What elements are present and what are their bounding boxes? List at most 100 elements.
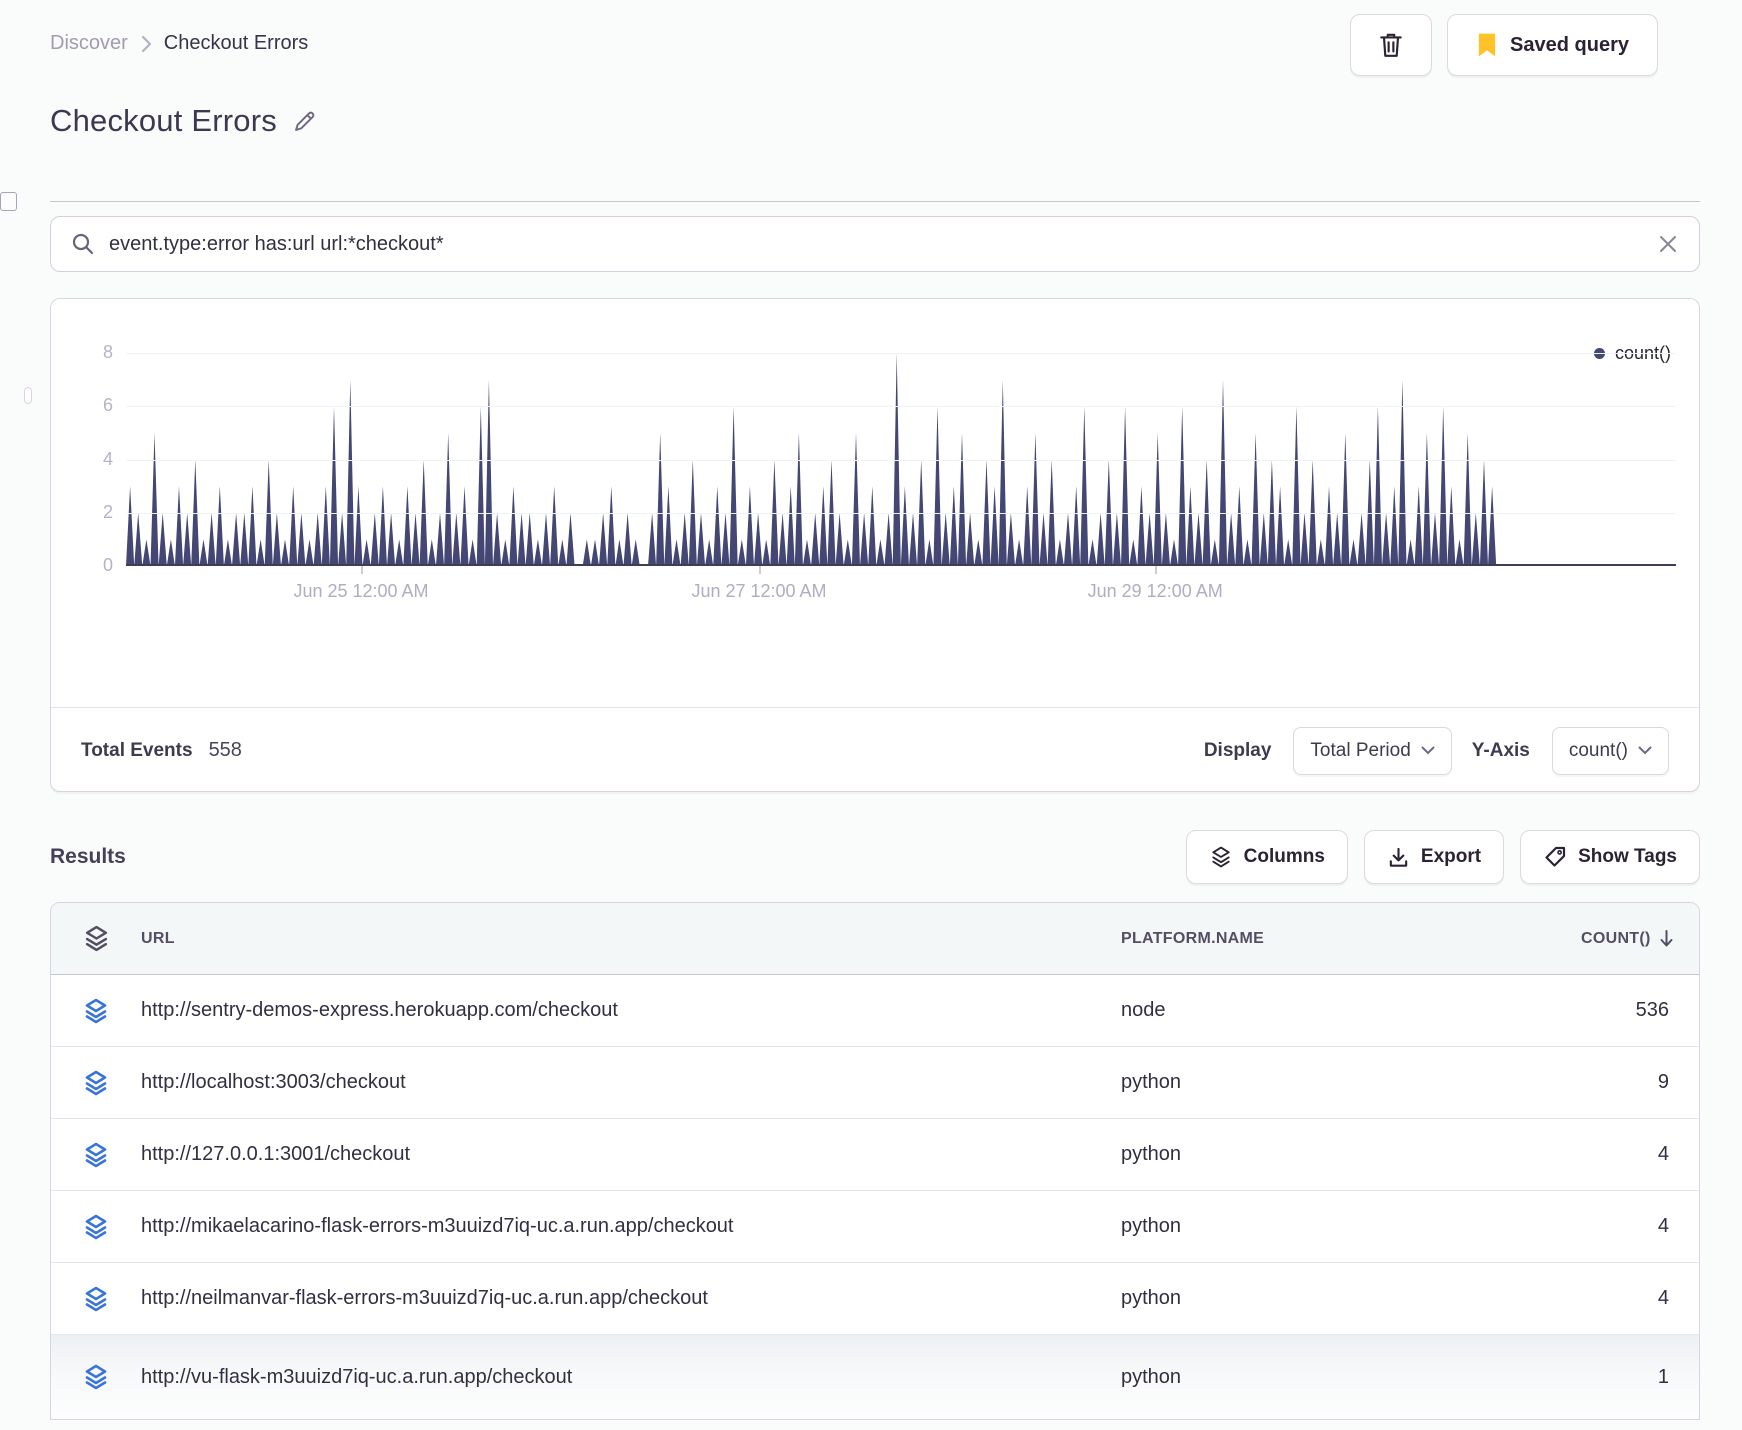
stack-icon (85, 1364, 107, 1390)
stack-icon (85, 925, 107, 952)
breadcrumb-discover[interactable]: Discover (50, 32, 128, 55)
cell-count[interactable]: 4 (1581, 1287, 1699, 1310)
header-actions: Saved query (1350, 14, 1658, 76)
cell-count[interactable]: 1 (1581, 1366, 1699, 1389)
chevron-down-icon (1421, 746, 1435, 755)
x-axis-tick (759, 566, 761, 574)
tag-icon (1545, 846, 1566, 867)
cell-count[interactable]: 536 (1581, 999, 1699, 1022)
total-events-value: 558 (208, 739, 242, 761)
cell-platform[interactable]: python (1121, 1071, 1581, 1094)
display-dropdown[interactable]: Total Period (1293, 726, 1452, 775)
columns-button[interactable]: Columns (1185, 830, 1348, 884)
cell-platform[interactable]: node (1121, 999, 1581, 1022)
column-header-count[interactable]: COUNT() (1581, 929, 1699, 948)
cell-url[interactable]: http://vu-flask-m3uuizd7iq-uc.a.run.app/… (141, 1366, 1121, 1389)
stack-icon (85, 998, 107, 1023)
search-bar (50, 216, 1700, 272)
cell-count[interactable]: 4 (1581, 1143, 1699, 1166)
total-events-label: Total Events (81, 740, 193, 761)
count-header-label: COUNT() (1581, 929, 1651, 947)
cell-platform[interactable]: python (1121, 1366, 1581, 1389)
cell-actions[interactable] (51, 1213, 141, 1241)
table-row: http://mikaelacarino-flask-errors-m3uuiz… (51, 1191, 1699, 1263)
y-axis-label-4: 4 (102, 448, 113, 469)
export-button[interactable]: Export (1363, 830, 1505, 884)
results-heading: Results (50, 845, 126, 868)
chart-grid (126, 353, 1676, 566)
cell-url[interactable]: http://sentry-demos-express.herokuapp.co… (141, 999, 1121, 1022)
sidebar-collapse-handle[interactable] (0, 192, 17, 211)
search-input[interactable] (109, 232, 1643, 256)
cell-url[interactable]: http://neilmanvar-flask-errors-m3uuizd7i… (141, 1287, 1121, 1310)
results-bar: Results Columns Export Show Tags (50, 830, 1700, 884)
chart-footer: Total Events 558 Display Total Period Y-… (51, 708, 1699, 793)
table-row: http://neilmanvar-flask-errors-m3uuizd7i… (51, 1263, 1699, 1335)
stack-icon (85, 1214, 107, 1239)
yaxis-label: Y-Axis (1471, 739, 1530, 761)
show-tags-button-label: Show Tags (1578, 846, 1677, 867)
y-axis-label-8: 8 (102, 342, 113, 362)
total-events: Total Events 558 (81, 739, 242, 762)
page-title: Checkout Errors (50, 103, 277, 138)
x-axis-tick (361, 566, 363, 574)
cell-url[interactable]: http://127.0.0.1:3001/checkout (141, 1143, 1121, 1166)
clear-search-button[interactable] (1657, 233, 1679, 255)
chart-panel: count() Total Events 558 Display Total P… (50, 298, 1700, 792)
chevron-down-icon (1638, 746, 1652, 755)
table-row: http://localhost:3003/checkout python 9 (51, 1047, 1699, 1119)
table-body: http://sentry-demos-express.herokuapp.co… (51, 975, 1699, 1419)
show-tags-button[interactable]: Show Tags (1520, 830, 1700, 884)
edit-columns-icon-cell[interactable] (51, 924, 141, 953)
search-icon (72, 233, 94, 255)
cell-platform[interactable]: python (1121, 1143, 1581, 1166)
cell-platform[interactable]: python (1121, 1287, 1581, 1310)
x-axis-label: Jun 25 12:00 AM (293, 581, 429, 601)
cell-actions[interactable] (51, 1285, 141, 1313)
gridline-y6 (126, 406, 1676, 408)
stack-icon (1211, 846, 1230, 868)
trash-icon (1380, 33, 1402, 57)
display-value: Total Period (1310, 739, 1411, 761)
cell-actions[interactable] (51, 997, 141, 1025)
table-row: http://127.0.0.1:3001/checkout python 4 (51, 1119, 1699, 1191)
chevron-right-icon (141, 35, 151, 52)
drag-handle[interactable] (24, 387, 32, 404)
stack-icon (85, 1070, 107, 1095)
column-header-url[interactable]: URL (141, 930, 1121, 948)
page-header: Discover Checkout Errors Saved query Che… (0, 0, 1700, 211)
cell-actions[interactable] (51, 1141, 141, 1169)
breadcrumb-current: Checkout Errors (163, 32, 309, 54)
gridline-y4 (126, 459, 1676, 461)
cell-actions[interactable] (51, 1363, 141, 1391)
clear-icon (1660, 236, 1676, 252)
column-header-platform[interactable]: PLATFORM.NAME (1121, 930, 1581, 948)
results-table: URL PLATFORM.NAME COUNT() http://sentry-… (50, 902, 1700, 1420)
saved-query-button[interactable]: Saved query (1447, 14, 1658, 76)
cell-url[interactable]: http://localhost:3003/checkout (141, 1071, 1121, 1094)
cell-platform[interactable]: python (1121, 1215, 1581, 1238)
stack-icon (85, 1142, 107, 1167)
y-axis-label-0: 0 (102, 555, 113, 575)
y-axis-label-2: 2 (102, 501, 113, 522)
yaxis-dropdown[interactable]: count() (1551, 726, 1669, 775)
bookmark-icon (1478, 33, 1496, 57)
sort-desc-arrow-icon (1660, 930, 1673, 947)
saved-query-label: Saved query (1510, 33, 1629, 56)
table-row: http://vu-flask-m3uuizd7iq-uc.a.run.app/… (51, 1335, 1699, 1419)
gridline-y8 (126, 353, 1676, 354)
download-icon (1389, 847, 1408, 867)
cell-actions[interactable] (51, 1069, 141, 1097)
discover-page: Discover Checkout Errors Saved query Che… (0, 0, 1742, 1420)
edit-title-icon[interactable] (291, 108, 318, 135)
x-axis-label: Jun 27 12:00 AM (691, 581, 827, 601)
delete-query-button[interactable] (1350, 14, 1433, 76)
cell-count[interactable]: 9 (1581, 1071, 1699, 1094)
display-label: Display (1203, 739, 1272, 761)
x-axis-line (126, 564, 1676, 566)
title-row: Checkout Errors (50, 103, 1700, 139)
yaxis-value: count() (1568, 739, 1628, 761)
gridline-y2 (126, 512, 1676, 514)
cell-url[interactable]: http://mikaelacarino-flask-errors-m3uuiz… (141, 1215, 1121, 1238)
cell-count[interactable]: 4 (1581, 1215, 1699, 1238)
